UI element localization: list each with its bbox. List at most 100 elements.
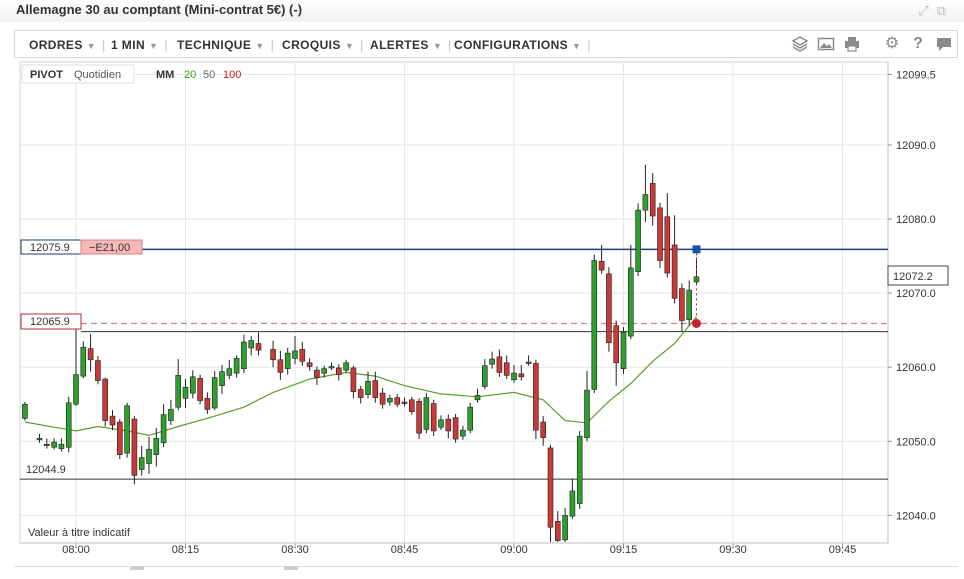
scroll-handle-right[interactable] bbox=[284, 566, 298, 570]
candle-body bbox=[408, 399, 415, 412]
time-tick-label: 09:15 bbox=[610, 544, 638, 556]
candle-body bbox=[518, 373, 525, 378]
candle-body bbox=[226, 368, 233, 376]
candle-body bbox=[160, 414, 167, 444]
candle-body bbox=[314, 369, 320, 378]
candle bbox=[606, 267, 612, 352]
indicative-footnote: Valeur à titre indicatif bbox=[28, 527, 131, 539]
pivot-period: Quotidien bbox=[74, 69, 121, 81]
candle-body bbox=[547, 447, 554, 528]
candle-body bbox=[328, 366, 335, 369]
candle-body bbox=[80, 346, 87, 377]
candle-body bbox=[22, 403, 28, 419]
candle-body bbox=[277, 359, 284, 373]
scroll-handle-left[interactable] bbox=[130, 566, 144, 570]
entry-position-tag[interactable]: 12075.9 −E21,00 bbox=[20, 239, 143, 255]
candle-body bbox=[65, 402, 72, 448]
time-axis: 08:00 08:15 08:30 08:45 09:00 09:15 09:30 09:45 bbox=[62, 543, 856, 556]
candle-body bbox=[248, 340, 254, 349]
candle bbox=[131, 416, 138, 485]
candle-body bbox=[613, 325, 620, 364]
candle-body bbox=[124, 405, 130, 454]
candle-body bbox=[591, 260, 598, 390]
candle bbox=[620, 327, 627, 374]
candle-body bbox=[562, 515, 568, 541]
price-tick-label: 12099.5 bbox=[896, 70, 936, 82]
candle bbox=[423, 393, 430, 434]
price-tick-label: 12040.0 bbox=[896, 510, 936, 522]
candle-body bbox=[452, 417, 459, 440]
candle-body bbox=[401, 401, 408, 404]
candle-body bbox=[175, 375, 181, 408]
candle-body bbox=[620, 332, 627, 369]
candle bbox=[430, 399, 437, 437]
candle-body bbox=[270, 349, 276, 361]
price-chart[interactable]: 12099.5 12090.0 12080.0 12070.0 12060.0 12050… bbox=[0, 0, 964, 579]
candle bbox=[635, 203, 641, 277]
candle-body bbox=[73, 374, 79, 405]
stop-marker bbox=[692, 318, 701, 328]
candle-body bbox=[416, 400, 422, 434]
candle-body bbox=[525, 361, 532, 364]
candle-body bbox=[87, 348, 94, 361]
candle-body bbox=[190, 376, 196, 394]
candle-body bbox=[241, 341, 247, 369]
candle-body bbox=[51, 441, 57, 448]
candle bbox=[657, 202, 663, 268]
time-tick-label: 08:15 bbox=[172, 544, 200, 556]
time-tick-label: 09:00 bbox=[500, 544, 528, 556]
current-price-tag: 12072.2 bbox=[887, 265, 949, 286]
candle-body bbox=[95, 360, 101, 381]
candle-body bbox=[138, 457, 145, 470]
candle-body bbox=[657, 207, 663, 261]
candle-body bbox=[343, 362, 349, 371]
candle bbox=[117, 419, 123, 460]
candle-body bbox=[584, 389, 590, 438]
candle bbox=[452, 413, 459, 443]
time-tick-label: 09:45 bbox=[829, 544, 857, 556]
time-tick-label: 08:00 bbox=[62, 544, 90, 556]
price-axis: 12099.5 12090.0 12080.0 12070.0 12060.0 12050… bbox=[888, 70, 936, 522]
price-tick-label: 12050.0 bbox=[896, 436, 936, 448]
candle-body bbox=[292, 350, 298, 359]
time-tick-label: 08:45 bbox=[391, 544, 419, 556]
bottom-scroll-strip bbox=[14, 566, 958, 575]
candle-body bbox=[445, 418, 452, 432]
time-tick-label: 08:30 bbox=[281, 544, 309, 556]
candle-body bbox=[569, 490, 576, 517]
candle-body bbox=[430, 403, 437, 432]
ma-period-20: 20 bbox=[184, 69, 196, 81]
candle-body bbox=[474, 395, 481, 401]
stop-order-tag[interactable]: 12065.9 bbox=[20, 313, 82, 330]
candle-body bbox=[533, 363, 539, 431]
candle-body bbox=[635, 209, 641, 272]
candle bbox=[533, 359, 539, 440]
candle-body bbox=[233, 358, 240, 374]
candle-body bbox=[642, 194, 649, 211]
candle-body bbox=[606, 273, 612, 344]
price-tick-label: 12080.0 bbox=[896, 214, 936, 226]
candle-body bbox=[503, 362, 510, 376]
candle bbox=[416, 398, 422, 440]
candle bbox=[124, 402, 130, 458]
entry-marker bbox=[692, 245, 701, 254]
candle bbox=[65, 396, 72, 453]
chart-window: Allemagne 30 au comptant (Mini-contrat 5… bbox=[0, 0, 964, 579]
candle-body bbox=[36, 438, 43, 441]
candle-body bbox=[204, 398, 211, 410]
plot-area bbox=[19, 61, 889, 544]
candle-body bbox=[255, 343, 262, 351]
candle-body bbox=[686, 289, 693, 321]
candle-body bbox=[664, 216, 671, 274]
entry-price: 12075.9 bbox=[30, 242, 70, 254]
candle-body bbox=[350, 367, 357, 392]
candle-body bbox=[168, 409, 174, 421]
candle-body bbox=[438, 419, 444, 428]
candle-body bbox=[511, 372, 517, 381]
price-tick-label: 12070.0 bbox=[896, 288, 936, 300]
candle-body bbox=[357, 389, 364, 398]
candle bbox=[22, 402, 28, 421]
candle-body bbox=[394, 397, 401, 405]
candle-body bbox=[379, 392, 386, 405]
candle-body bbox=[671, 244, 678, 299]
